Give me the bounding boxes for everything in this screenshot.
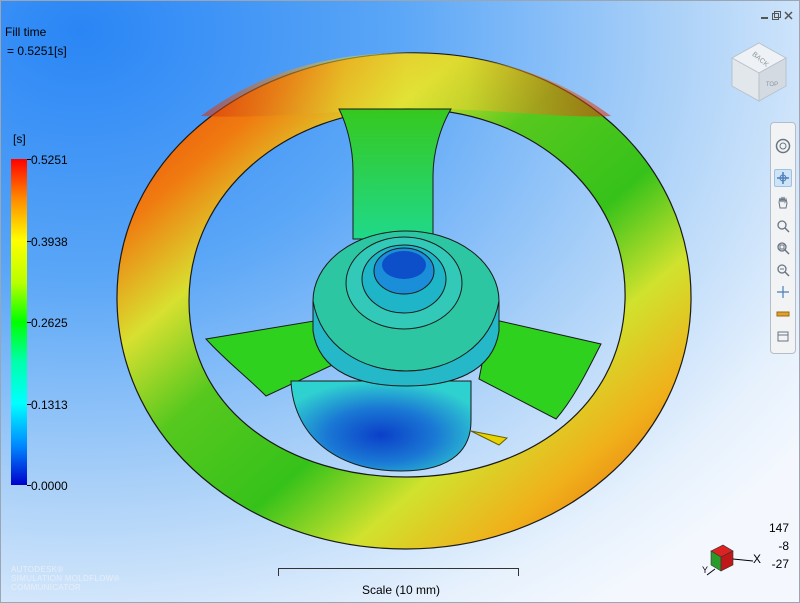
zoom-window-icon[interactable] [774, 239, 792, 257]
steering-wheel-icon[interactable] [774, 137, 792, 155]
logo-line: COMMUNICATOR [11, 583, 81, 592]
zoom-realtime-icon[interactable] [774, 217, 792, 235]
model-viewport[interactable]: Fill time = 0.5251[s] [s] 0.5251 0.3938 … [0, 0, 800, 603]
axis-triad: X Y [701, 539, 767, 579]
spoke-top [338, 108, 452, 240]
view-cube[interactable]: BACK TOP [728, 41, 790, 103]
legend-tick-label: 0.2625 [31, 316, 68, 330]
injection-cone-icon [470, 430, 509, 446]
close-icon[interactable] [784, 11, 793, 20]
legend-color-bar [11, 159, 27, 485]
hub-cylinder [290, 380, 472, 472]
logo-line: SIMULATION MOLDFLOW® [11, 574, 120, 583]
zoom-extents-icon[interactable] [774, 261, 792, 279]
legend-tick-label: 0.3938 [31, 235, 68, 249]
viewcube-top-label: TOP [766, 82, 778, 88]
navigation-bar [770, 122, 796, 354]
legend-unit: [s] [13, 132, 26, 146]
scale-bar [278, 568, 519, 576]
scale-label: Scale (10 mm) [361, 583, 441, 597]
result-title: Fill time [5, 25, 47, 39]
coordinate-x: 147 [768, 521, 789, 535]
restore-icon[interactable] [772, 11, 781, 20]
triad-y-label: Y [702, 565, 708, 575]
legend-tick-label: 0.5251 [31, 153, 68, 167]
ruler-icon[interactable] [774, 305, 792, 323]
legend-tick-label: 0.1313 [31, 398, 68, 412]
window-controls [760, 11, 793, 20]
clip-icon[interactable] [774, 327, 792, 345]
logo-line: AUTODESK® [11, 565, 64, 574]
steering-wheel-model[interactable] [1, 1, 800, 603]
legend-tick-label: 0.0000 [31, 479, 68, 493]
autodesk-logo: AUTODESK® SIMULATION MOLDFLOW® COMMUNICA… [11, 565, 120, 592]
pan-cross-icon[interactable] [774, 169, 792, 187]
result-value: = 0.5251[s] [7, 44, 67, 58]
orbit-icon[interactable] [774, 283, 792, 301]
pan-hand-icon[interactable] [774, 193, 792, 211]
minimize-icon[interactable] [760, 11, 769, 20]
triad-x-label: X [753, 552, 761, 566]
